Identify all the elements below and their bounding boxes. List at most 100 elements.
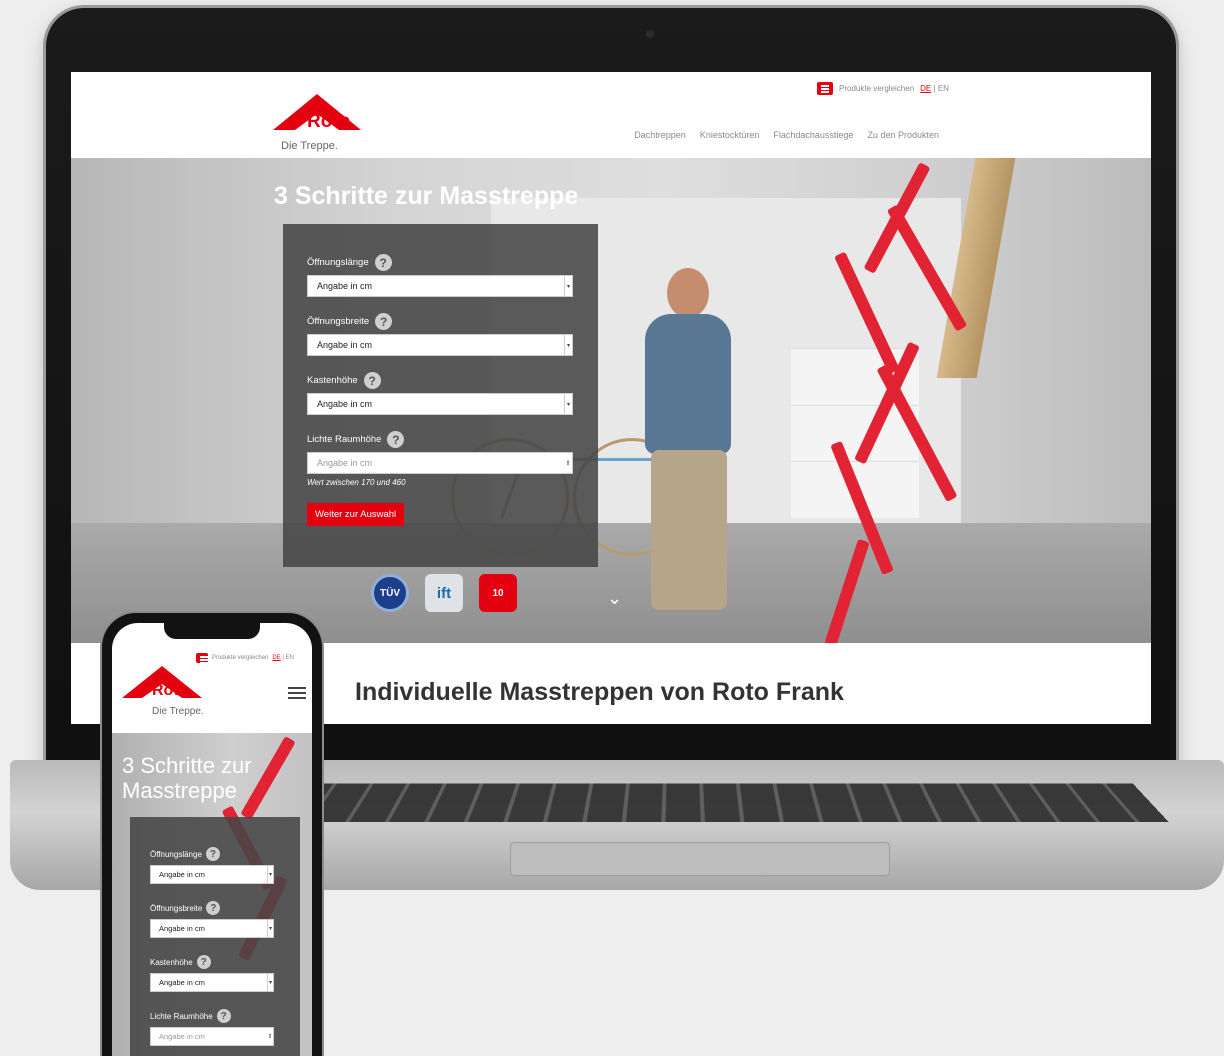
opening-length-select[interactable]: Angabe in cm ▾ [307,275,573,297]
opening-width-select[interactable]: Angabe in cm ▾ [307,334,573,356]
help-icon[interactable]: ? [387,431,405,448]
configurator-form: Öffnungslänge ? Angabe in cm ▾ Öffnungsb… [130,817,300,1056]
select-value: Angabe in cm [159,978,205,987]
chevron-down-icon: ▾ [267,866,273,883]
help-icon[interactable]: ? [196,955,211,969]
configurator-form: Öffnungslänge ? Angabe in cm ▾ Öffnungsb… [283,224,598,567]
tuv-badge-icon: TÜV [371,574,409,612]
person-legs [651,450,727,610]
field-label-text: Lichte Raumhöhe [307,434,382,445]
certification-badges: TÜV ift 10 [371,574,517,612]
red-ladder-image [761,158,981,643]
chevron-down-icon: ▾ [564,394,572,414]
person-image [631,268,751,628]
camera [646,30,654,38]
trackpad [510,842,890,876]
continue-button[interactable]: Weiter zur Auswahl [307,503,405,526]
chevron-down-icon: ▾ [267,974,273,991]
input-placeholder: Angabe in cm [159,1032,205,1041]
hero-section: 3 Schritte zur Masstreppe Öffnungslänge … [112,733,312,1056]
phone-frame: Produkte vergleichen DE | EN Roto Die Tr… [102,613,322,1056]
room-height-input[interactable]: Angabe in cm ⇕ [150,1027,274,1046]
field-label: Öffnungslänge ? [150,847,282,861]
field-label-text: Öffnungslänge [150,849,202,859]
box-height-select[interactable]: Angabe in cm ▾ [307,393,573,415]
room-height-input[interactable]: Angabe in cm ⇕ [307,452,573,474]
select-value: Angabe in cm [159,870,205,879]
nav-item-kniestocktueren[interactable]: Kniestocktüren [700,130,760,140]
select-value: Angabe in cm [317,281,373,291]
person-torso [645,314,731,454]
lang-separator: | [933,84,936,93]
compare-label: Produkte vergleichen [212,655,269,661]
ladder-bar [824,538,870,643]
field-label: Öffnungsbreite ? [307,313,574,330]
chevron-down-icon: ▾ [564,276,572,296]
language-switch: DE | EN [272,655,294,661]
warranty-10-badge-icon: 10 [479,574,517,612]
field-label: Lichte Raumhöhe ? [307,431,574,448]
chevron-down-icon: ▾ [564,335,572,355]
field-label: Kastenhöhe ? [150,955,282,969]
field-label: Öffnungslänge ? [307,254,574,271]
help-icon[interactable]: ? [216,1009,231,1023]
logo-word: Roto [152,682,189,699]
ladder-bar [876,363,958,503]
select-value: Angabe in cm [159,924,205,933]
logo-word: Roto [307,111,351,132]
field-label-text: Öffnungsbreite [150,903,203,913]
stepper-icon[interactable]: ⇕ [564,453,572,473]
opening-width-select[interactable]: Angabe in cm ▾ [150,919,274,938]
compare-products-link[interactable]: Produkte vergleichen DE | EN [196,653,294,663]
nav-item-dachtreppen[interactable]: Dachtreppen [634,130,686,140]
help-icon[interactable]: ? [206,901,221,915]
lang-de-link[interactable]: DE [272,655,280,661]
list-icon [817,82,833,95]
logo-tagline: Die Treppe. [152,706,204,717]
lang-separator: | [282,655,284,661]
help-icon[interactable]: ? [374,254,392,271]
lang-en-link[interactable]: EN [286,655,294,661]
field-label: Öffnungsbreite ? [150,901,282,915]
ift-badge-icon: ift [425,574,463,612]
ladder-bar [886,204,968,332]
select-value: Angabe in cm [317,340,373,350]
compare-products-link[interactable]: Produkte vergleichen DE | EN [817,82,949,95]
phone-screen: Produkte vergleichen DE | EN Roto Die Tr… [112,623,312,1056]
chevron-down-icon: ▾ [267,920,273,937]
box-height-select[interactable]: Angabe in cm ▾ [150,973,274,992]
opening-length-select[interactable]: Angabe in cm ▾ [150,865,274,884]
input-placeholder: Angabe in cm [317,458,373,468]
hero-section: 3 Schritte zur Masstreppe Öffnungslänge … [71,158,1151,643]
main-nav: Dachtreppen Kniestocktüren Flachdachauss… [634,130,939,140]
lang-en-link[interactable]: EN [938,84,949,93]
keyboard [191,783,1169,823]
section-title: Individuelle Masstreppen von Roto Frank [355,678,844,706]
roto-logo[interactable]: Roto Die Treppe. [122,666,212,721]
field-label-text: Kastenhöhe [150,957,193,967]
field-label-text: Öffnungslänge [307,257,369,268]
field-label-text: Lichte Raumhöhe [150,1011,213,1021]
hamburger-menu-icon[interactable] [288,687,306,689]
chevron-down-icon[interactable]: ⌄ [607,588,622,609]
field-label-text: Kastenhöhe [307,375,358,386]
compare-label: Produkte vergleichen [839,84,915,93]
nav-item-flachdachausstiege[interactable]: Flachdachausstiege [773,130,853,140]
person-head [667,268,709,318]
hero-title: 3 Schritte zur Masstreppe [274,182,579,210]
roto-logo[interactable]: Roto Die Treppe. [273,94,373,156]
phone-notch [164,623,260,639]
stepper-icon[interactable]: ⇕ [267,1028,273,1045]
field-label: Kastenhöhe ? [307,372,574,389]
help-icon[interactable]: ? [375,313,393,330]
room-height-hint: Wert zwischen 170 und 460 [307,478,406,487]
nav-item-produkte[interactable]: Zu den Produkten [867,130,939,140]
field-label-text: Öffnungsbreite [307,316,370,327]
select-value: Angabe in cm [317,399,373,409]
field-label: Lichte Raumhöhe ? [150,1009,282,1023]
lang-de-link[interactable]: DE [920,84,931,93]
logo-tagline: Die Treppe. [281,140,338,152]
list-icon [196,653,208,663]
help-icon[interactable]: ? [205,847,220,861]
help-icon[interactable]: ? [363,372,381,389]
